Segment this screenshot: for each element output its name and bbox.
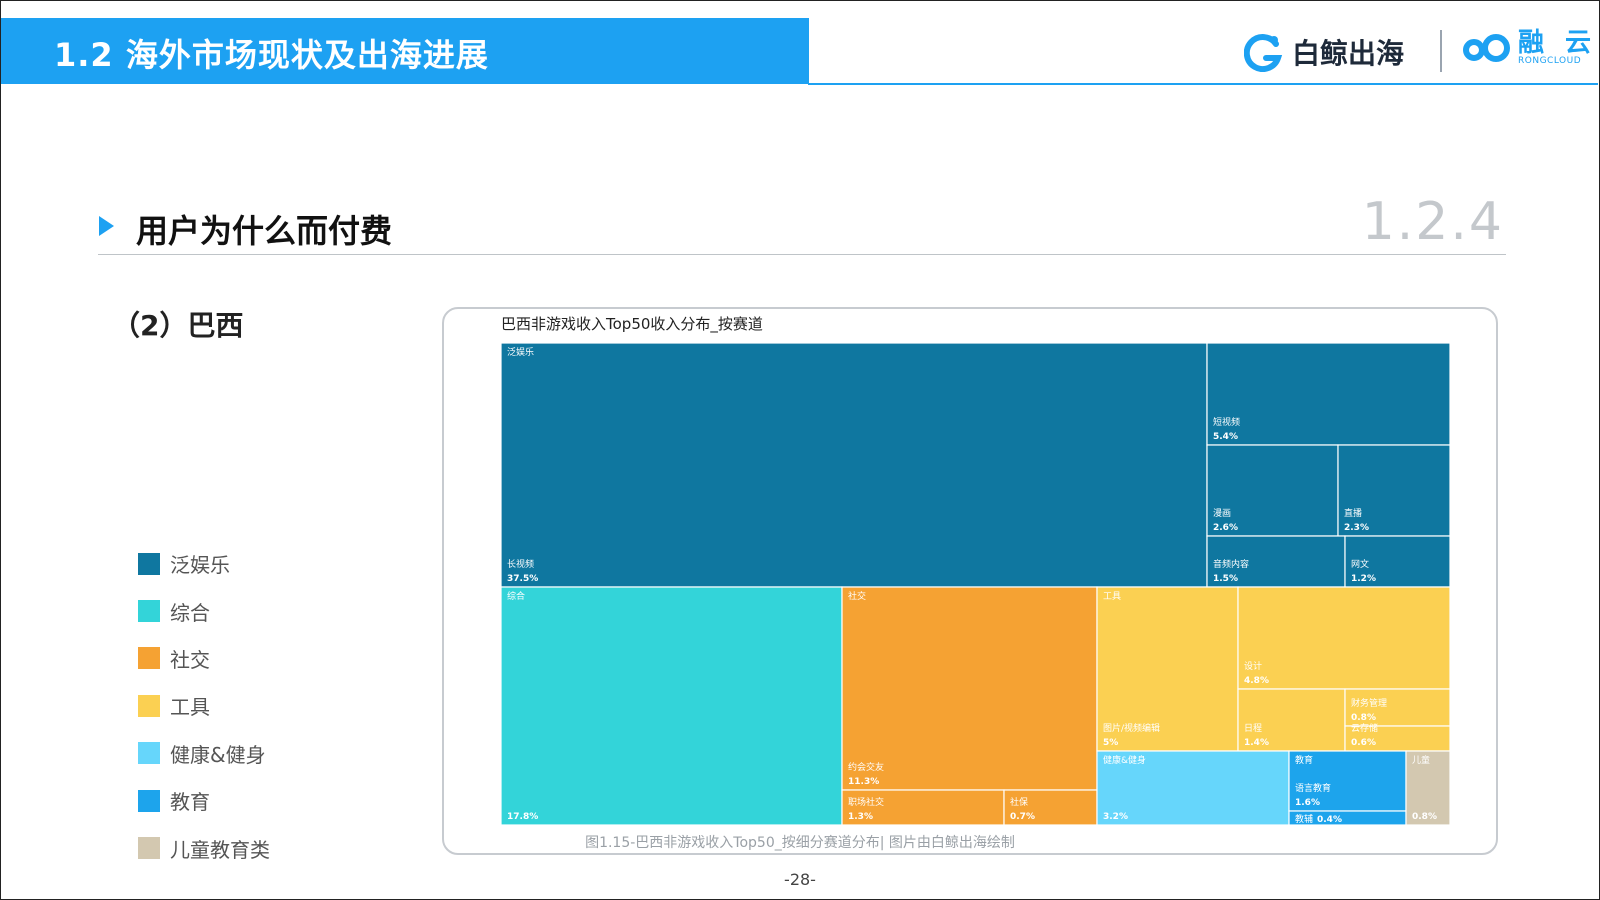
section-number: 1.2.4 xyxy=(1361,192,1504,252)
legend-swatch xyxy=(138,647,160,670)
legend-swatch xyxy=(138,694,160,717)
legend-item: 社交 xyxy=(138,635,270,682)
legend-swatch xyxy=(138,552,160,575)
legend-item: 综合 xyxy=(138,587,270,634)
baijing-logo: 白鲸出海 xyxy=(1244,30,1404,74)
chart-legend: 泛娱乐 综合 社交 工具 健康&健身 教育 儿童教育类 xyxy=(138,540,270,872)
legend-label: 社交 xyxy=(170,647,210,672)
legend-label: 教育 xyxy=(170,790,210,815)
header-rule xyxy=(808,83,1598,85)
page-number: -28- xyxy=(784,870,816,889)
baijing-logo-text: 白鲸出海 xyxy=(1292,37,1405,70)
section-arrow-icon xyxy=(99,216,114,236)
chart-card xyxy=(442,307,1498,855)
country-label: （2）巴西 xyxy=(112,309,244,342)
legend-swatch xyxy=(138,789,160,812)
baijing-logo-icon xyxy=(1244,34,1283,72)
legend-label: 泛娱乐 xyxy=(170,553,230,578)
legend-swatch xyxy=(138,600,160,623)
section-rule xyxy=(98,254,1506,255)
legend-label: 综合 xyxy=(170,600,210,625)
section-title: 用户为什么而付费 xyxy=(136,212,393,250)
legend-swatch xyxy=(138,742,160,765)
rongcloud-logo: 融 云 RONGCLOUD xyxy=(1462,30,1597,66)
legend-item: 工具 xyxy=(138,682,270,729)
logo-divider xyxy=(1440,30,1442,72)
legend-label: 健康&健身 xyxy=(170,742,266,767)
rongcloud-logo-text: 融 云 xyxy=(1518,28,1598,58)
rongcloud-logo-icon xyxy=(1463,34,1510,62)
legend-label: 工具 xyxy=(170,695,210,720)
chart-title: 巴西非游戏收入Top50收入分布_按赛道 xyxy=(501,315,763,333)
legend-item: 教育 xyxy=(138,777,270,824)
legend-item: 泛娱乐 xyxy=(138,540,270,587)
page-title: 1.2 海外市场现状及出海进展 xyxy=(54,36,489,74)
chart-caption: 图1.15-巴西非游戏收入Top50_按细分赛道分布| 图片由白鲸出海绘制 xyxy=(585,835,1015,851)
legend-item: 健康&健身 xyxy=(138,730,270,777)
